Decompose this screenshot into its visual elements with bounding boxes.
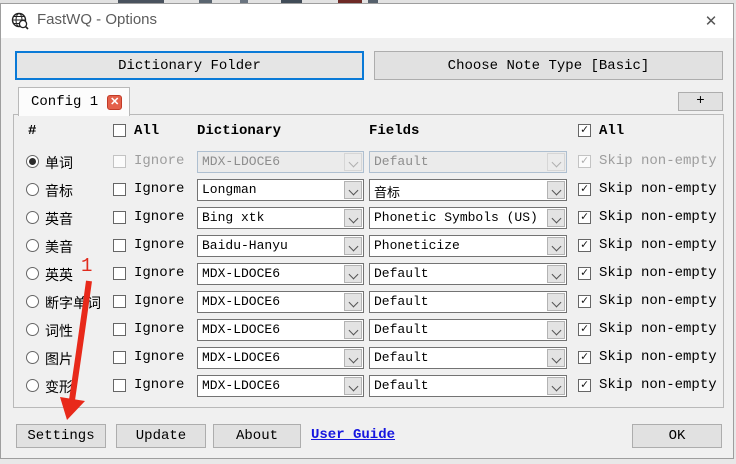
title-bar: FastWQ - Options ✕ xyxy=(1,4,733,38)
tab-label: Config 1 xyxy=(31,94,99,110)
options-dialog: FastWQ - Options ✕ Dictionary Folder Cho… xyxy=(0,3,734,459)
fastwq-app-icon xyxy=(11,12,29,30)
choose-note-type-button[interactable]: Choose Note Type [Basic] xyxy=(374,51,723,80)
tab-config-1[interactable]: Config 1 ✕ xyxy=(18,87,130,116)
add-config-button[interactable]: + xyxy=(678,92,723,111)
ok-button[interactable]: OK xyxy=(632,424,722,448)
dictionary-folder-button[interactable]: Dictionary Folder xyxy=(15,51,364,80)
window-title: FastWQ - Options xyxy=(37,11,158,28)
settings-button[interactable]: Settings xyxy=(16,424,106,448)
tab-close-icon[interactable]: ✕ xyxy=(107,94,123,110)
config-panel xyxy=(13,114,724,408)
about-button[interactable]: About xyxy=(213,424,301,448)
close-icon[interactable]: ✕ xyxy=(697,8,725,34)
user-guide-link[interactable]: User Guide xyxy=(311,427,395,443)
update-button[interactable]: Update xyxy=(116,424,206,448)
